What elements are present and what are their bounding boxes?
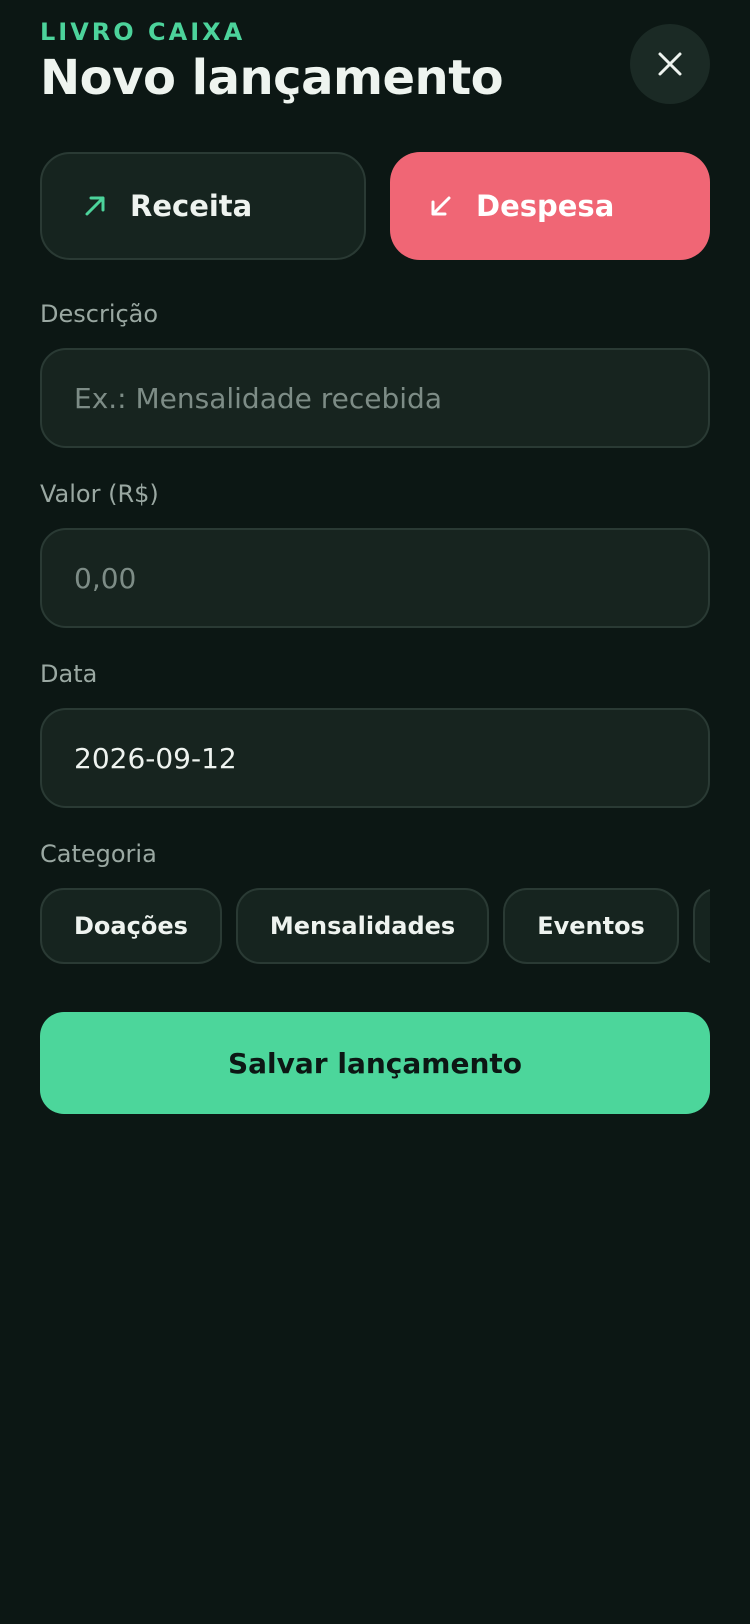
save-button[interactable]: Salvar lançamento <box>40 1012 710 1114</box>
category-chip-eventos[interactable]: Eventos <box>503 888 679 964</box>
arrow-down-left-icon <box>426 191 456 221</box>
category-chip-doacoes[interactable]: Doações <box>40 888 222 964</box>
amount-label: Valor (R$) <box>40 480 159 508</box>
type-income-label: Receita <box>130 189 253 223</box>
amount-input[interactable] <box>74 561 708 595</box>
section-eyebrow: LIVRO CAIXA <box>40 18 246 46</box>
date-label: Data <box>40 660 98 688</box>
type-income-button[interactable]: Receita <box>40 152 366 260</box>
arrow-up-right-icon <box>80 191 110 221</box>
category-chip-list[interactable]: DoaçõesMensalidadesEventosLo <box>40 888 710 964</box>
amount-field-container <box>40 528 710 628</box>
type-expense-button[interactable]: Despesa <box>390 152 710 260</box>
description-input[interactable] <box>74 381 708 415</box>
category-chip-lo[interactable]: Lo <box>692 888 710 964</box>
description-field-container <box>40 348 710 448</box>
page-title: Novo lançamento <box>40 50 504 106</box>
category-chip-mensalidades[interactable]: Mensalidades <box>235 888 490 964</box>
date-field-container <box>40 708 710 808</box>
type-expense-label: Despesa <box>476 189 615 223</box>
description-label: Descrição <box>40 300 159 328</box>
date-input[interactable] <box>74 741 708 775</box>
category-label: Categoria <box>40 840 157 868</box>
close-icon <box>658 52 682 76</box>
close-button[interactable] <box>630 24 710 104</box>
